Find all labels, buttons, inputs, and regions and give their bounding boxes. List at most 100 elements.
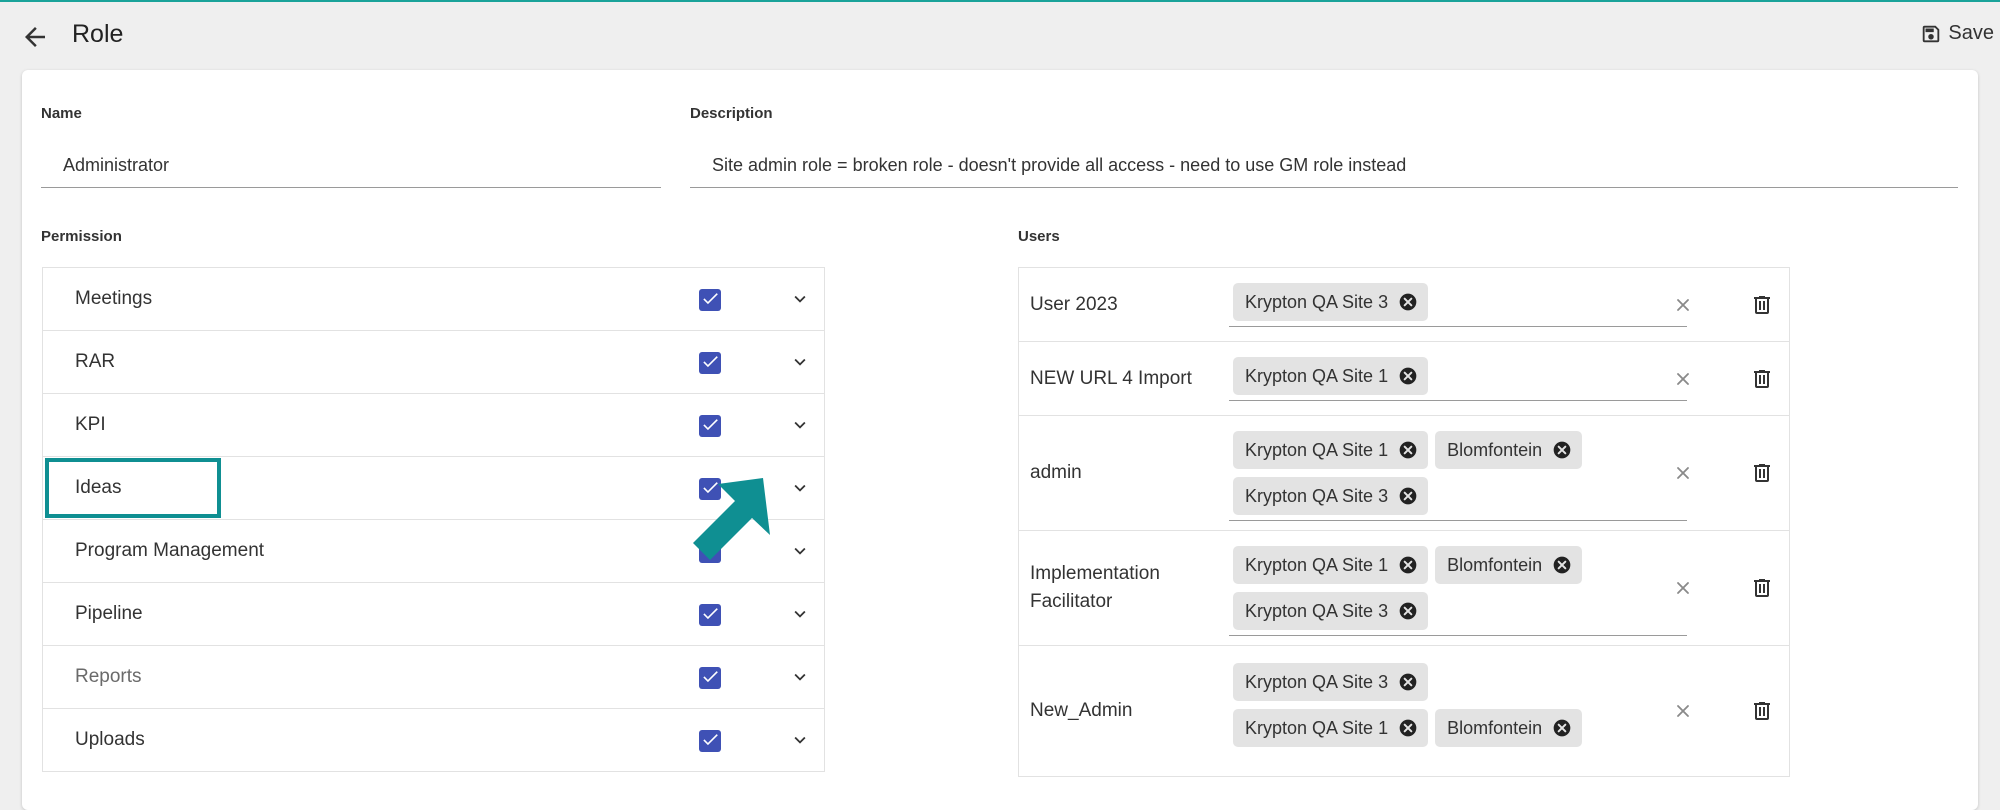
clear-sites-button[interactable] (1673, 295, 1693, 315)
user-name: admin (1030, 462, 1082, 483)
site-chip-field[interactable]: Krypton QA Site 1 (1229, 354, 1687, 401)
close-circle-icon (1399, 556, 1417, 574)
site-chip-label: Krypton QA Site 1 (1245, 717, 1389, 738)
site-chip: Blomfontein (1435, 709, 1583, 747)
user-name: New_Admin (1030, 700, 1133, 721)
site-chip: Krypton QA Site 3 (1233, 592, 1429, 630)
site-chip-field[interactable]: Krypton QA Site 1 Blomfontein Krypton QA S… (1229, 428, 1687, 521)
user-row: admin Krypton QA Site 1 Blomfontein Krypton… (1019, 416, 1789, 531)
permission-checkbox[interactable] (699, 352, 721, 374)
chevron-down-icon (794, 295, 806, 303)
name-input[interactable] (41, 145, 661, 185)
chevron-down-icon (794, 736, 806, 744)
permission-expand-button[interactable] (789, 729, 811, 751)
user-row: Implementation Facilitator Krypton QA Sit… (1019, 531, 1789, 646)
checkbox-checked-icon (703, 419, 718, 431)
permission-row[interactable]: Pipeline (43, 583, 824, 646)
arrow-left-icon (25, 27, 45, 47)
permission-checkbox[interactable] (699, 730, 721, 752)
trash-icon (1754, 369, 1770, 388)
site-chip-label: Krypton QA Site 3 (1245, 291, 1389, 312)
close-circle-icon (1553, 556, 1571, 574)
delete-user-button[interactable] (1750, 461, 1774, 485)
name-field-wrapper (41, 145, 661, 188)
close-circle-icon (1399, 719, 1417, 737)
chip-remove-button[interactable] (1398, 440, 1418, 460)
close-circle-icon (1399, 293, 1417, 311)
delete-user-button[interactable] (1750, 699, 1774, 723)
user-name: NEW URL 4 Import (1030, 367, 1192, 389)
permission-checkbox[interactable] (699, 604, 721, 626)
clear-sites-button[interactable] (1673, 369, 1693, 389)
permission-expand-button[interactable] (789, 414, 811, 436)
delete-user-button[interactable] (1750, 293, 1774, 317)
trash-icon (1754, 295, 1770, 314)
permission-row[interactable]: Uploads (43, 709, 824, 772)
delete-user-button[interactable] (1750, 576, 1774, 600)
site-chip-field[interactable]: Krypton QA Site 3 (1229, 280, 1687, 327)
site-chip: Krypton QA Site 1 (1233, 431, 1429, 469)
back-button[interactable] (20, 22, 50, 52)
chevron-down-icon (794, 547, 806, 555)
site-chip-label: Krypton QA Site 3 (1245, 671, 1389, 692)
permission-expand-button[interactable] (789, 351, 811, 373)
site-chip-label: Krypton QA Site 1 (1245, 439, 1389, 460)
close-icon (1677, 705, 1689, 717)
chip-remove-button[interactable] (1398, 366, 1418, 386)
site-chip-label: Krypton QA Site 1 (1245, 365, 1389, 386)
page-title: Role (72, 20, 124, 48)
chip-remove-button[interactable] (1552, 718, 1572, 738)
site-chip: Krypton QA Site 1 (1233, 709, 1429, 747)
trash-icon (1754, 579, 1770, 597)
site-chip-label: Krypton QA Site 3 (1245, 485, 1389, 506)
permission-row[interactable]: KPI (43, 394, 824, 457)
clear-sites-button[interactable] (1673, 701, 1693, 721)
user-name: Implementation Facilitator (1030, 563, 1160, 612)
chip-remove-button[interactable] (1398, 672, 1418, 692)
checkbox-checked-icon (703, 734, 718, 746)
delete-user-button[interactable] (1750, 367, 1774, 391)
name-label: Name (41, 105, 82, 122)
clear-sites-button[interactable] (1673, 463, 1693, 483)
site-chip: Krypton QA Site 3 (1233, 663, 1429, 701)
chip-remove-button[interactable] (1398, 555, 1418, 575)
chip-remove-button[interactable] (1398, 718, 1418, 738)
clear-sites-button[interactable] (1673, 578, 1693, 598)
site-chip-label: Blomfontein (1447, 717, 1543, 738)
chip-remove-button[interactable] (1398, 292, 1418, 312)
permission-expand-button[interactable] (789, 603, 811, 625)
permission-expand-button[interactable] (789, 666, 811, 688)
floppy-disk-icon (1923, 25, 1940, 42)
permission-checkbox[interactable] (699, 289, 721, 311)
arrow-annotation-icon (693, 478, 770, 560)
permission-label: Program Management (75, 540, 265, 561)
chip-remove-button[interactable] (1398, 601, 1418, 621)
user-row: NEW URL 4 Import Krypton QA Site 1 (1019, 342, 1789, 416)
users-label: Users (1018, 228, 1060, 245)
permission-checkbox[interactable] (699, 415, 721, 437)
site-chip: Blomfontein (1435, 546, 1583, 584)
permission-expand-button[interactable] (789, 477, 811, 499)
description-input[interactable] (690, 145, 1958, 185)
chevron-down-icon (794, 421, 806, 429)
permission-row[interactable]: RAR (43, 331, 824, 394)
close-circle-icon (1399, 441, 1417, 459)
permission-checkbox[interactable] (699, 667, 721, 689)
chip-remove-button[interactable] (1552, 555, 1572, 575)
permission-expand-button[interactable] (789, 288, 811, 310)
chip-remove-button[interactable] (1398, 486, 1418, 506)
permission-label: Uploads (75, 729, 145, 750)
chevron-down-icon (794, 484, 806, 492)
permission-row[interactable]: Meetings (43, 268, 824, 331)
close-icon (1677, 298, 1689, 311)
permission-row[interactable]: Reports (43, 646, 824, 709)
checkbox-checked-icon (703, 671, 718, 683)
close-circle-icon (1399, 673, 1417, 691)
site-chip-field[interactable]: Krypton QA Site 3 Krypton QA Site 1 Blomfo… (1229, 660, 1687, 780)
description-field-wrapper (690, 145, 1958, 188)
site-chip-field[interactable]: Krypton QA Site 1 Blomfontein Krypton QA S… (1229, 543, 1687, 636)
save-button[interactable]: Save (1920, 22, 1994, 45)
chip-remove-button[interactable] (1552, 440, 1572, 460)
permission-expand-button[interactable] (789, 540, 811, 562)
close-icon (1677, 467, 1689, 479)
